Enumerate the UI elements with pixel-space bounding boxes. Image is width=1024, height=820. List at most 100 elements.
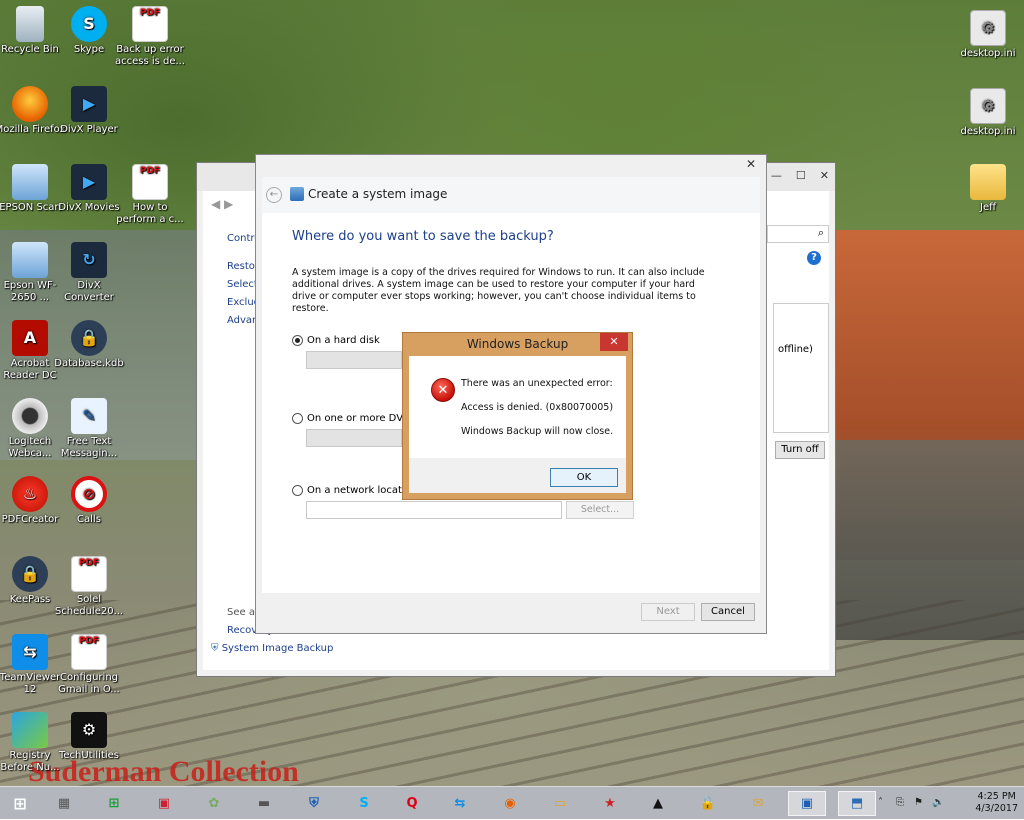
cancel-button[interactable]: Cancel [701, 603, 755, 621]
next-button[interactable]: Next [641, 603, 695, 621]
taskbar-gallery[interactable]: ▣ [150, 791, 178, 816]
dialog-footer: OK [409, 458, 626, 493]
action-center-icon[interactable]: ⚑ [914, 797, 923, 808]
taskbar-windows-backup[interactable]: ⬒ [838, 791, 876, 816]
minimize-icon[interactable]: — [771, 169, 782, 182]
dvds-radio[interactable] [292, 413, 303, 424]
paint-icon: ✿ [208, 796, 220, 811]
store-icon: ⊞ [108, 796, 120, 811]
taskbar-pokerstars[interactable]: ★ [596, 791, 624, 816]
network-label: On a network location [307, 485, 418, 496]
desktop-icon-techutilities[interactable]: ⚙ TechUtilities [53, 712, 125, 762]
desktop-icon-free-text[interactable]: ✎ Free Text Messagin... [53, 398, 125, 460]
icon-label: DivX Converter [64, 280, 114, 303]
help-icon[interactable]: ? [807, 251, 821, 265]
taskbar-quicken[interactable]: Q [398, 791, 426, 816]
registry-icon [12, 712, 48, 748]
option-dvds[interactable]: On one or more DVDs [292, 413, 416, 424]
taskbar: ⊞ ▦ ⊞ ▣ ✿ ▬ ⛨ S Q ⇆ ◉ ▭ ★ ▲ 🔒 ✉ ▣ ⬒ ˄ ⎘ … [0, 786, 1024, 819]
system-image-backup-link[interactable]: ⛨ System Image Backup [211, 643, 333, 654]
wizard-titlebar[interactable]: ✕ [256, 155, 766, 177]
close-icon[interactable]: ✕ [820, 169, 829, 182]
desktop-icon-desktop-ini-1[interactable]: ⚙ desktop.ini [952, 10, 1024, 60]
taskbar-skype[interactable]: S [350, 791, 378, 816]
start-button[interactable]: ⊞ [6, 791, 34, 816]
desktop-icon-backup-error-pdf[interactable]: PDF Back up error access is de... [114, 6, 186, 68]
network-icon[interactable]: ⎘ [896, 797, 904, 808]
printer-icon [12, 242, 48, 278]
clock-time: 4:25 PM [977, 791, 1016, 802]
icon-label: desktop.ini [960, 48, 1016, 59]
back-icon[interactable]: ← [266, 187, 282, 203]
error-icon: ✕ [431, 378, 455, 402]
back-arrow-icon[interactable]: ◀ ▶ [211, 197, 233, 211]
dialog-body: ✕ There was an unexpected error: Access … [409, 356, 626, 458]
option-hard-disk[interactable]: On a hard disk [292, 335, 380, 346]
network-location-input[interactable] [306, 501, 562, 519]
desktop-icon-how-to-pdf[interactable]: PDF How to perform a c... [114, 164, 186, 226]
desktop-icon-desktop-ini-2[interactable]: ⚙ desktop.ini [952, 88, 1024, 138]
icon-label: Solel Schedule20... [54, 594, 124, 617]
windows-backup-error-dialog[interactable]: Windows Backup ✕ ✕ There was an unexpect… [402, 332, 633, 500]
network-radio[interactable] [292, 485, 303, 496]
wizard-title: Create a system image [308, 187, 448, 201]
page-description: A system image is a copy of the drives r… [292, 267, 705, 314]
volume-icon[interactable]: 🔈 [932, 797, 944, 808]
firefox-icon: ◉ [504, 796, 516, 811]
keepass-icon: 🔒 [12, 556, 48, 592]
folder-icon [970, 164, 1006, 200]
folder-icon: ▭ [553, 796, 567, 811]
desktop-icon-divx-player[interactable]: ▶ DivX Player [53, 86, 125, 136]
hard-disk-radio[interactable] [292, 335, 303, 346]
clock-date: 4/3/2017 [975, 803, 1018, 814]
desktop-icon-database[interactable]: 🔒 Database.kdb [53, 320, 125, 370]
select-button[interactable]: Select... [566, 501, 634, 519]
settings-file-icon: ⚙ [970, 10, 1006, 46]
turn-off-button[interactable]: Turn off [775, 441, 825, 459]
sidebar-link-select[interactable]: Select [227, 279, 258, 290]
system-tray: ˄ ⎘ ⚑ 🔈 4:25 PM 4/3/2017 [874, 787, 1024, 820]
taskbar-store[interactable]: ⊞ [100, 791, 128, 816]
taskbar-paint[interactable]: ✿ [200, 791, 228, 816]
skype-icon: S [359, 796, 369, 811]
desktop-icon-jeff-folder[interactable]: Jeff [952, 164, 1024, 214]
taskbar-outlook[interactable]: ✉ [744, 791, 772, 816]
taskbar-teamviewer[interactable]: ⇆ [446, 791, 474, 816]
taskbar-firefox[interactable]: ◉ [496, 791, 524, 816]
close-icon[interactable]: ✕ [742, 157, 760, 173]
desktop-icon-divx-converter[interactable]: ↻ DivX Converter [53, 242, 125, 304]
maximize-icon[interactable]: ☐ [796, 169, 806, 182]
search-input[interactable]: ⌕ [767, 225, 829, 243]
ok-button[interactable]: OK [550, 468, 618, 487]
taskbar-file-explorer[interactable]: ▭ [546, 791, 574, 816]
panel-status-text: offline) [778, 344, 813, 355]
control-panel-icon: ▣ [800, 796, 814, 811]
divx-converter-icon: ↻ [71, 242, 107, 278]
taskbar-keepass[interactable]: 🔒 [694, 791, 722, 816]
acrobat-icon: A [12, 320, 48, 356]
dialog-title: Windows Backup [466, 337, 569, 351]
taskbar-control-panel[interactable]: ▣ [788, 791, 826, 816]
calculator-icon: ▦ [57, 796, 71, 811]
close-icon[interactable]: ✕ [600, 333, 628, 351]
backup-status-panel: offline) [773, 303, 829, 433]
clock[interactable]: 4:25 PM 4/3/2017 [975, 791, 1018, 815]
taskbar-defender[interactable]: ⛨ [300, 791, 328, 816]
desktop-icon-solel-schedule[interactable]: PDF Solel Schedule20... [53, 556, 125, 618]
chevron-up-icon[interactable]: ˄ [878, 797, 883, 808]
desktop-icon-calls[interactable]: ⊘ Calls [53, 476, 125, 526]
dvds-label: On one or more DVDs [307, 413, 416, 424]
text-message-icon: ✎ [71, 398, 107, 434]
backup-icon [290, 187, 304, 201]
taskbar-calculator[interactable]: ▦ [50, 791, 78, 816]
option-network[interactable]: On a network location [292, 485, 417, 496]
lock-icon: 🔒 [699, 796, 717, 811]
hard-disk-dropdown[interactable] [306, 351, 402, 369]
desktop-icon-configuring-gmail[interactable]: PDF Configuring Gmail in O... [53, 634, 125, 696]
dvd-dropdown[interactable] [306, 429, 402, 447]
icon-label: DivX Player [60, 124, 118, 135]
gallery-icon: ▣ [157, 796, 171, 811]
taskbar-fulltilt[interactable]: ▲ [644, 791, 672, 816]
taskbar-drive[interactable]: ▬ [250, 791, 278, 816]
pdf-file-icon: PDF [132, 6, 168, 42]
